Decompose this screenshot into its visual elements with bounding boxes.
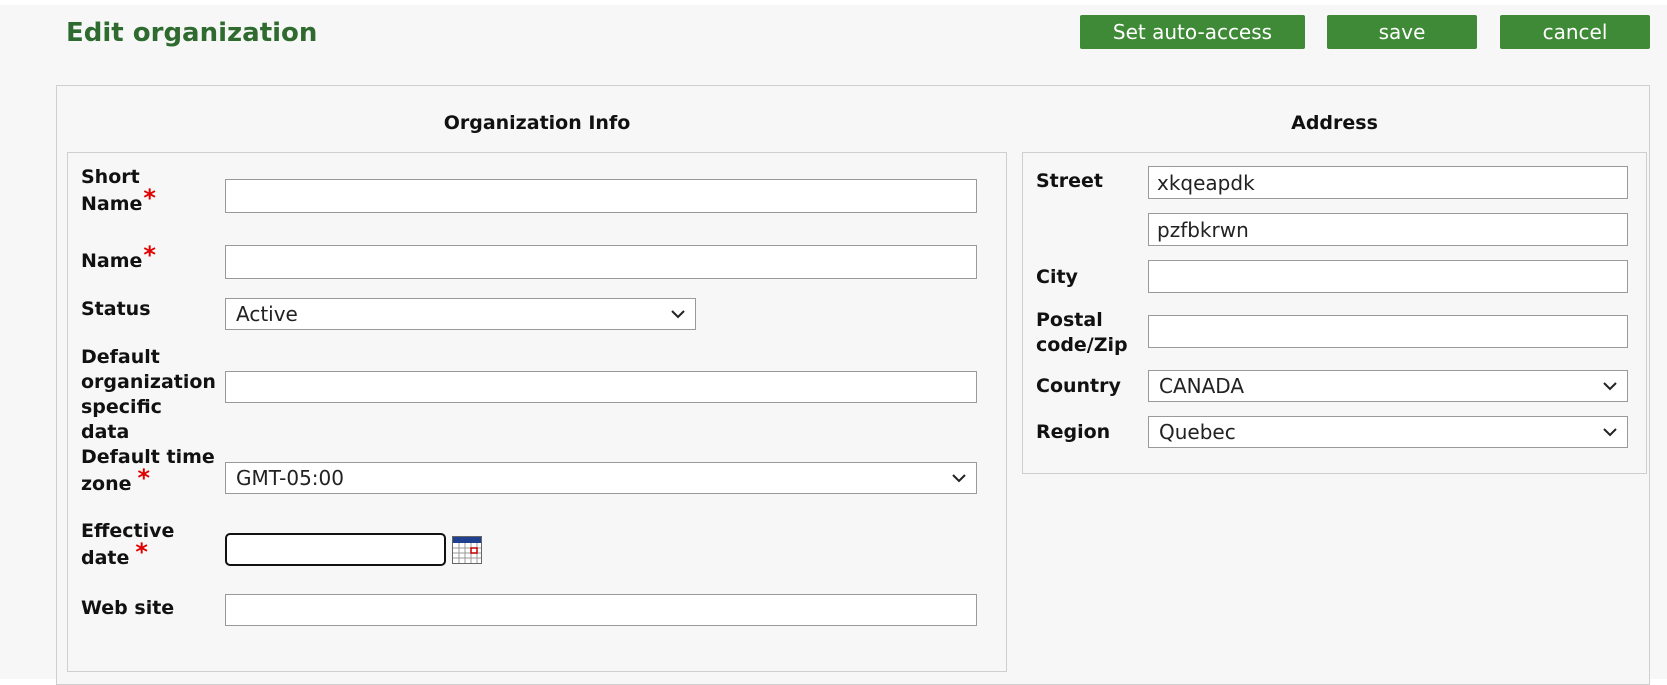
set-auto-access-button[interactable]: Set auto-access — [1080, 15, 1305, 49]
default-org-data-input[interactable] — [225, 371, 977, 403]
name-label-text: Name — [81, 250, 143, 272]
effective-date-label-line1: Effective — [81, 520, 175, 542]
postal-code-input[interactable] — [1148, 315, 1628, 348]
calendar-icon[interactable] — [452, 536, 482, 564]
country-label: Country — [1036, 375, 1121, 397]
chevron-down-icon — [952, 471, 966, 485]
save-button[interactable]: save — [1327, 15, 1477, 49]
street-line2-input[interactable] — [1148, 213, 1628, 246]
region-label: Region — [1036, 421, 1111, 443]
name-input[interactable] — [225, 245, 977, 279]
default-org-data-label: Default organization specific data — [81, 345, 216, 445]
chevron-down-icon — [1603, 379, 1617, 393]
web-site-input[interactable] — [225, 594, 977, 626]
default-org-data-label-line2: organization — [81, 371, 216, 393]
edit-panel: Organization Info Address Short Name* Na… — [56, 85, 1650, 685]
short-name-label: Short Name* — [81, 165, 156, 217]
effective-date-label: Effective date * — [81, 519, 174, 571]
postal-code-label-line2: code/Zip — [1036, 334, 1128, 356]
required-marker: * — [137, 464, 151, 492]
time-zone-label-line2: zone — [81, 473, 132, 495]
page: Edit organization Set auto-access save c… — [0, 5, 1667, 685]
status-select-value: Active — [236, 302, 298, 326]
address-box: Street City Postal code/Zip Country CANA… — [1022, 152, 1647, 474]
default-org-data-label-line1: Default — [81, 346, 160, 368]
chevron-down-icon — [1603, 425, 1617, 439]
address-heading: Address — [1291, 112, 1378, 134]
city-label: City — [1036, 266, 1078, 288]
status-select[interactable]: Active — [225, 298, 696, 330]
time-zone-select-value: GMT-05:00 — [236, 466, 344, 490]
web-site-label: Web site — [81, 597, 175, 619]
required-marker: * — [135, 538, 148, 566]
time-zone-select[interactable]: GMT-05:00 — [225, 462, 977, 494]
name-label: Name* — [81, 243, 156, 274]
default-org-data-label-line4: data — [81, 421, 130, 443]
required-marker: * — [143, 241, 156, 269]
effective-date-label-line2: date — [81, 547, 130, 569]
effective-date-input[interactable] — [225, 533, 446, 566]
street-label: Street — [1036, 170, 1103, 192]
organization-info-heading: Organization Info — [443, 112, 631, 134]
city-input[interactable] — [1148, 260, 1628, 293]
chevron-down-icon — [671, 307, 685, 321]
short-name-input[interactable] — [225, 179, 977, 213]
country-select[interactable]: CANADA — [1148, 370, 1628, 402]
time-zone-label: Default time zone * — [81, 445, 215, 497]
organization-info-box: Short Name* Name* Status Active Default … — [67, 152, 1007, 672]
region-select-value: Quebec — [1159, 420, 1236, 444]
page-title: Edit organization — [66, 18, 318, 48]
street-line1-input[interactable] — [1148, 166, 1628, 199]
postal-code-label-line1: Postal — [1036, 309, 1103, 331]
status-label: Status — [81, 298, 151, 320]
region-select[interactable]: Quebec — [1148, 416, 1628, 448]
default-org-data-label-line3: specific — [81, 396, 162, 418]
cancel-button[interactable]: cancel — [1500, 15, 1650, 49]
postal-code-label: Postal code/Zip — [1036, 308, 1128, 358]
short-name-label-line2: Name — [81, 193, 143, 215]
country-select-value: CANADA — [1159, 374, 1245, 398]
required-marker: * — [143, 184, 156, 212]
